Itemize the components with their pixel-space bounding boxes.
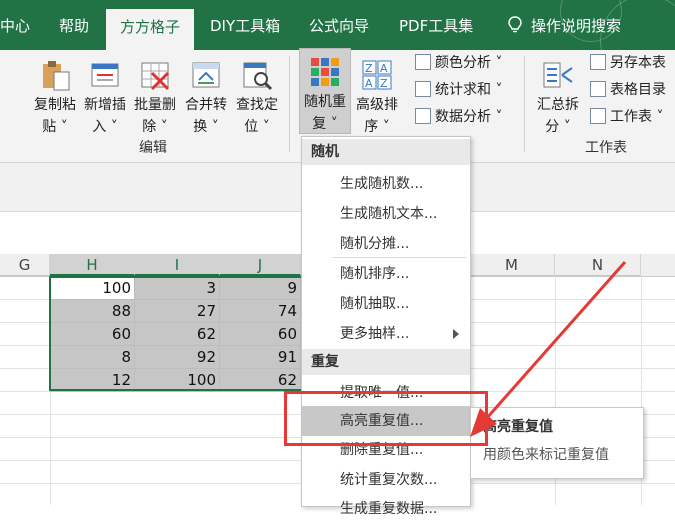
tab-pdf-tools[interactable]: PDF工具集 [399,0,473,50]
menu-item-generate-random-numbers[interactable]: 生成随机数... [302,169,470,199]
column-header-m[interactable]: M [469,254,555,276]
tab-formula-wizard[interactable]: 公式向导 [309,0,369,50]
column-header-h[interactable]: H [50,254,135,276]
menu-item-delete-duplicates[interactable]: 删除重复值... [302,435,470,465]
svg-text:A: A [380,62,388,75]
worksheet-button[interactable]: 工作表 ˅ [590,106,663,128]
column-header-i[interactable]: I [135,254,220,276]
tab-fangfang[interactable]: 方方格子 [106,9,195,50]
cell-j3[interactable]: 60 [220,323,301,346]
find-locate-button[interactable]: 查找定 位 ˅ [232,52,282,138]
merge-convert-button[interactable]: 合并转 换 ˅ [181,52,231,138]
sheet-directory-button[interactable]: 表格目录 [590,79,666,101]
cell-j1[interactable]: 9 [220,277,301,300]
tooltip-description: 用颜色来标记重复值 [483,447,609,463]
menu-section-random: 随机 [302,139,470,165]
menu-item-random-allocate[interactable]: 随机分摊... [302,229,470,259]
copy-paste-button[interactable]: 复制粘 贴 ˅ [30,52,80,138]
cell-i2[interactable]: 27 [135,300,220,323]
svg-text:Z: Z [365,62,373,75]
svg-text:A: A [365,77,373,90]
cell-i5[interactable]: 100 [135,369,220,392]
tooltip: 高亮重复值 用颜色来标记重复值 [470,407,644,479]
data-analysis-button[interactable]: 数据分析 ˅ [415,106,502,128]
menu-item-more-sampling[interactable]: 更多抽样... [302,319,470,349]
lightbulb-icon [508,16,522,33]
save-sheet-button[interactable]: 另存本表 [590,52,666,74]
menu-item-generate-duplicate-data[interactable]: 生成重复数据... [302,494,470,524]
directory-icon [590,81,606,97]
random-repeat-button[interactable]: 随机重 复 ˅ [299,48,351,134]
tab-diy-toolbox[interactable]: DIY工具箱 [210,0,280,50]
cell-j4[interactable]: 91 [220,346,301,369]
delete-grid-icon [138,58,172,92]
cell-h4[interactable]: 8 [50,346,135,369]
svg-text:Z: Z [380,77,388,90]
column-header-g[interactable]: G [0,254,50,276]
column-header-n[interactable]: N [555,254,641,276]
color-analysis-button[interactable]: 颜色分析 ˅ [415,52,502,74]
menu-item-random-sort[interactable]: 随机排序... [302,259,470,289]
column-header-j[interactable]: J [220,254,301,276]
magnifier-icon [240,58,274,92]
menu-separator [332,257,466,258]
search-label: 操作说明搜索 [531,17,622,35]
color-grid-icon [415,54,431,70]
clipboard-icon [38,58,72,92]
cell-h3[interactable]: 60 [50,323,135,346]
cell-j5[interactable]: 62 [220,369,301,392]
batch-delete-button[interactable]: 批量删 除 ˅ [130,52,180,138]
sort-az-icon: ZAAZ [360,58,394,92]
summary-split-button[interactable]: 汇总拆 分 ˅ [533,52,583,138]
group-label-edit: 编辑 [139,140,167,156]
tell-me-search[interactable]: 操作说明搜索 [507,0,621,50]
cell-i3[interactable]: 62 [135,323,220,346]
ribbon-tab-bar: 中心 帮助 方方格子 DIY工具箱 公式向导 PDF工具集 操作说明搜索 [0,0,675,87]
merge-icon [189,58,223,92]
group-label-worksheet: 工作表 [585,140,627,156]
menu-item-highlight-duplicates[interactable]: 高亮重复值... [302,406,470,436]
menu-item-count-duplicates[interactable]: 统计重复次数... [302,465,470,495]
random-repeat-menu: 随机 生成随机数... 生成随机文本... 随机分摊... 随机排序... 随机… [301,136,471,517]
cell-i1[interactable]: 3 [135,277,220,300]
chevron-right-icon [453,329,459,339]
menu-item-extract-unique[interactable]: 提取唯一值... [302,378,470,408]
cell-h5[interactable]: 12 [50,369,135,392]
tab-center[interactable]: 中心 [0,0,30,50]
insert-icon [88,58,122,92]
advanced-sort-button[interactable]: ZAAZ 高级排 序 ˅ [352,52,402,138]
worksheet-icon [590,108,606,124]
cell-h1[interactable]: 100 [50,277,135,300]
insert-new-button[interactable]: 新增插 入 ˅ [80,52,130,138]
tooltip-title: 高亮重复值 [483,419,553,435]
random-blocks-icon [308,55,342,89]
data-grid-icon [415,108,431,124]
save-sheet-icon [590,54,606,70]
ribbon-separator [289,56,290,152]
menu-section-repeat: 重复 [302,349,470,375]
cell-h2[interactable]: 88 [50,300,135,323]
stat-sum-button[interactable]: 统计求和 ˅ [415,79,502,101]
cell-j2[interactable]: 74 [220,300,301,323]
cell-i4[interactable]: 92 [135,346,220,369]
tab-help[interactable]: 帮助 [59,0,89,50]
menu-item-generate-random-text[interactable]: 生成随机文本... [302,199,470,229]
summary-split-icon [541,58,575,92]
menu-item-random-sample[interactable]: 随机抽取... [302,289,470,319]
calculator-icon [415,81,431,97]
ribbon-separator [524,56,525,152]
